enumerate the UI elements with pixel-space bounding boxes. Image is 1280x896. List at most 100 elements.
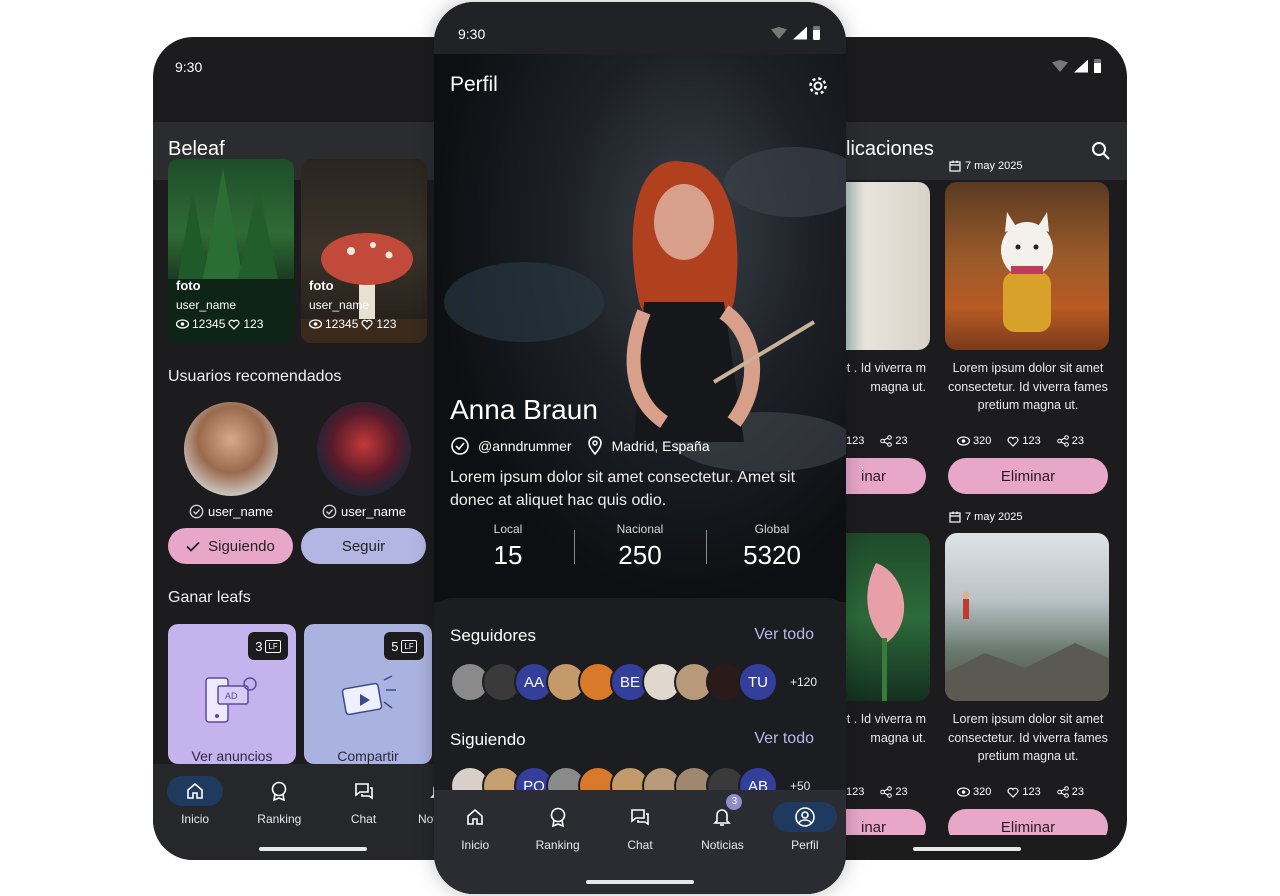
- profile-meta: @anndrummer Madrid, España: [450, 436, 710, 456]
- phone-profile: 9:30 Perfil Anna Braun @anndrummer Madri…: [434, 2, 846, 894]
- stat-local: Local 15: [493, 522, 523, 570]
- account-circle-icon: [795, 807, 815, 827]
- recommended-user[interactable]: user_name: [301, 402, 427, 519]
- eye-icon: [309, 319, 322, 329]
- post-stats: 320 123 23: [957, 786, 1084, 798]
- recommended-user[interactable]: user_name: [168, 402, 294, 519]
- share-icon: [1056, 786, 1069, 798]
- app-title: licaciones: [846, 138, 934, 160]
- nav-home[interactable]: Inicio: [434, 790, 516, 894]
- status-bar: [806, 37, 1127, 87]
- watch-ads-card[interactable]: 3 LF AD Ver anuncios: [168, 624, 296, 764]
- tile-caption: foto user_name 12345 123: [176, 277, 264, 331]
- heart-icon: [1007, 787, 1019, 798]
- dog-image: [1001, 212, 1053, 332]
- chat-icon: [354, 783, 373, 800]
- share-illustration-icon: [341, 675, 396, 716]
- post-date: 7 may 2025: [949, 160, 1022, 172]
- award-icon: [550, 807, 565, 827]
- bell-icon: [713, 809, 732, 826]
- watch-ads-label: Ver anuncios: [191, 748, 273, 764]
- eye-icon: [957, 436, 970, 446]
- share-icon: [880, 786, 893, 798]
- heart-icon: [1007, 436, 1019, 447]
- home-indicator: [586, 880, 694, 884]
- profile-location: Madrid, España: [611, 438, 710, 454]
- search-icon[interactable]: [1091, 141, 1111, 161]
- status-bar: 9:30: [153, 37, 473, 87]
- gear-icon[interactable]: [807, 75, 829, 97]
- home-indicator: [912, 847, 1021, 851]
- following-see-all-link[interactable]: Ver todo: [754, 730, 814, 750]
- photo-tile[interactable]: foto user_name 12345 123: [168, 159, 294, 343]
- bottom-navigation: Inicio Ranking Chat 3 Noticias Perfil: [434, 790, 846, 894]
- divider: [574, 530, 575, 564]
- avatar[interactable]: [184, 402, 278, 496]
- divider: [706, 530, 707, 564]
- delete-button[interactable]: Eliminar: [948, 458, 1108, 494]
- battery-icon: [1094, 59, 1101, 73]
- cellular-icon: [1074, 59, 1088, 73]
- nav-ranking[interactable]: Ranking: [237, 764, 321, 860]
- earn-title: Ganar leafs: [168, 589, 251, 606]
- post-stats-partial: 123 23: [846, 786, 908, 798]
- followers-title: Seguidores: [450, 626, 537, 645]
- nav-profile[interactable]: Perfil: [764, 790, 846, 894]
- verified-icon: [451, 437, 469, 455]
- share-icon: [880, 435, 893, 447]
- follow-button[interactable]: Seguir: [301, 528, 426, 564]
- location-pin-icon: [587, 436, 602, 456]
- phone-publications: licaciones 7 may 2025 dolor sit amet . I…: [806, 37, 1127, 860]
- post-image-mountain[interactable]: [945, 533, 1109, 701]
- page-title: Perfil: [450, 73, 498, 96]
- svg-text:AD: AD: [225, 691, 238, 701]
- leaf-count: 5 LF: [384, 632, 424, 660]
- check-icon: [186, 541, 200, 552]
- status-bar: 9:30: [434, 2, 846, 52]
- followers-avatars[interactable]: AA BE TU +120: [450, 662, 817, 702]
- ad-illustration-icon: AD: [205, 677, 257, 723]
- leaf-coin-icon: LF: [401, 639, 417, 653]
- eye-icon: [176, 319, 189, 329]
- app-title: Beleaf: [168, 138, 225, 160]
- home-icon: [187, 782, 203, 799]
- nav-chat[interactable]: Chat: [321, 764, 405, 860]
- phone-home: 9:30 Beleaf foto user_name 12345 123 fot…: [153, 37, 473, 860]
- post-date: 7 may 2025: [949, 511, 1022, 523]
- bottom-navigation: Inicio Ranking Chat 3 Noticias: [153, 764, 473, 860]
- heart-icon: [361, 319, 373, 330]
- nav-chat[interactable]: Chat: [599, 790, 681, 894]
- status-time: 9:30: [458, 26, 486, 42]
- post-stats: 320 123 23: [957, 435, 1084, 447]
- battery-icon: [813, 26, 820, 40]
- profile-handle: @anndrummer: [478, 438, 572, 454]
- stat-global: Global 5320: [743, 522, 801, 570]
- tile-caption: foto user_name 12345 123: [309, 277, 397, 331]
- wifi-icon: [1052, 60, 1068, 72]
- following-button[interactable]: Siguiendo: [168, 528, 293, 564]
- avatar[interactable]: [317, 402, 411, 496]
- avatar-initials[interactable]: TU: [738, 662, 778, 702]
- share-label: Compartir: [337, 748, 399, 764]
- post-image-dog[interactable]: [945, 182, 1109, 350]
- nav-ranking[interactable]: Ranking: [516, 790, 598, 894]
- followers-more-count: +120: [790, 675, 818, 689]
- status-time: 9:30: [175, 59, 203, 75]
- leaf-count: 3 LF: [248, 632, 288, 660]
- following-title: Siguiendo: [450, 730, 526, 749]
- calendar-icon: [949, 160, 961, 172]
- nav-home[interactable]: Inicio: [153, 764, 237, 860]
- photo-tile[interactable]: foto user_name 12345 123: [301, 159, 427, 343]
- home-indicator: [259, 847, 367, 851]
- stat-national: Nacional 250: [616, 522, 664, 570]
- calendar-icon: [949, 511, 961, 523]
- share-card[interactable]: 5 LF Compartir: [304, 624, 432, 764]
- verified-icon: [322, 504, 337, 519]
- post-text: Lorem ipsum dolor sit amet consectetur. …: [948, 361, 1108, 412]
- followers-see-all-link[interactable]: Ver todo: [754, 626, 814, 646]
- share-icon: [1056, 435, 1069, 447]
- nav-news[interactable]: 3 Noticias: [681, 790, 763, 894]
- award-icon: [271, 781, 287, 801]
- following-header: Siguiendo Ver todo: [450, 730, 814, 750]
- mountain-image: [945, 591, 1109, 701]
